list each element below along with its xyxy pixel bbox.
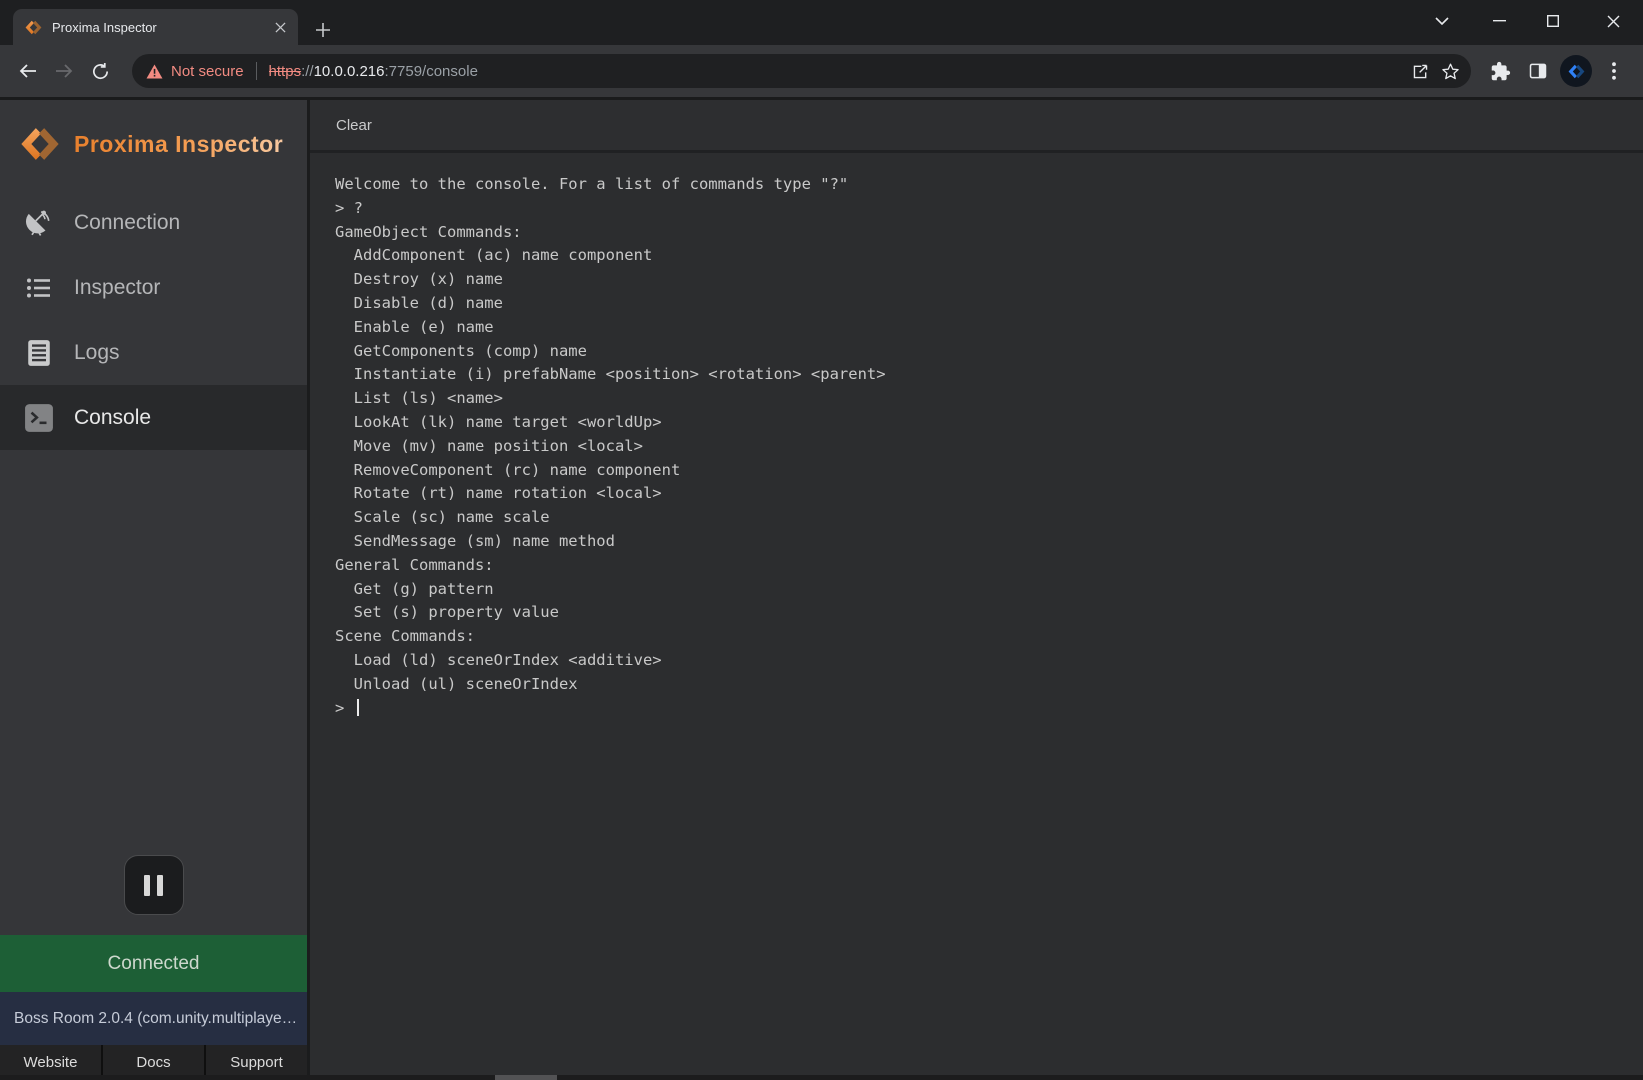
- text-cursor: [357, 699, 359, 716]
- console-line: Destroy (x) name: [335, 268, 1633, 292]
- bookmark-star-icon[interactable]: [1435, 56, 1465, 86]
- project-info: Boss Room 2.0.4 (com.unity.multiplaye…: [0, 992, 307, 1045]
- omnibox-divider: [256, 62, 257, 80]
- url-text: https://10.0.0.216:7759/console: [269, 63, 1405, 80]
- console-line: Welcome to the console. For a list of co…: [335, 173, 1633, 197]
- console-line: > ?: [335, 197, 1633, 221]
- proxima-logo-icon: [20, 124, 60, 164]
- connection-status-badge: Connected: [0, 935, 307, 992]
- sidebar-item-logs[interactable]: Logs: [0, 320, 307, 385]
- sidebar-item-label: Inspector: [74, 276, 160, 300]
- console-line: LookAt (lk) name target <worldUp>: [335, 411, 1633, 435]
- new-tab-button[interactable]: [310, 17, 336, 43]
- console-toolbar: Clear: [310, 100, 1643, 153]
- browser-menu-kebab-icon[interactable]: [1595, 53, 1633, 89]
- extensions-puzzle-icon[interactable]: [1481, 53, 1519, 89]
- console-line: Disable (d) name: [335, 292, 1633, 316]
- console-line: Scene Commands:: [335, 625, 1633, 649]
- sidebar-item-connection[interactable]: Connection: [0, 190, 307, 255]
- url-host: 10.0.0.216: [314, 63, 385, 80]
- list-icon: [24, 276, 54, 300]
- sidebar: Proxima Inspector Connection: [0, 100, 310, 1080]
- security-label: Not secure: [171, 63, 244, 80]
- proxima-extension-icon[interactable]: [1557, 53, 1595, 89]
- console-line: General Commands:: [335, 554, 1633, 578]
- sidebar-item-label: Connection: [74, 211, 180, 235]
- console-line: List (ls) <name>: [335, 387, 1633, 411]
- window-maximize-button[interactable]: [1533, 8, 1573, 34]
- browser-tab[interactable]: Proxima Inspector: [13, 9, 298, 45]
- tab-search-chevron-icon[interactable]: [1422, 8, 1462, 34]
- satellite-dish-icon: [24, 209, 54, 237]
- console-line: RemoveComponent (rc) name component: [335, 459, 1633, 483]
- console-line: GetComponents (comp) name: [335, 340, 1633, 364]
- url-path: :7759/console: [385, 63, 478, 80]
- sidebar-item-inspector[interactable]: Inspector: [0, 255, 307, 320]
- pause-icon: [144, 875, 150, 896]
- console-line: Set (s) property value: [335, 601, 1633, 625]
- url-scheme: https: [269, 63, 302, 80]
- tab-title: Proxima Inspector: [52, 20, 260, 35]
- sidebar-nav: Connection Inspector: [0, 190, 307, 450]
- proxima-extension-circle: [1560, 55, 1592, 87]
- sidebar-spacer: [0, 450, 307, 855]
- browser-toolbar: Not secure https://10.0.0.216:7759/conso…: [0, 45, 1643, 97]
- window-close-button[interactable]: [1593, 8, 1633, 34]
- sidebar-item-label: Console: [74, 406, 151, 430]
- url-separator: ://: [301, 63, 314, 80]
- forward-button[interactable]: [46, 53, 82, 89]
- address-bar[interactable]: Not secure https://10.0.0.216:7759/conso…: [132, 54, 1471, 88]
- console-line: Move (mv) name position <local>: [335, 435, 1633, 459]
- side-panel-icon[interactable]: [1519, 53, 1557, 89]
- console-line: Unload (ul) sceneOrIndex: [335, 673, 1633, 697]
- pause-button[interactable]: [124, 855, 184, 915]
- window-minimize-button[interactable]: [1479, 8, 1519, 34]
- console-panel: Clear Welcome to the console. For a list…: [310, 100, 1643, 1080]
- console-line: Load (ld) sceneOrIndex <additive>: [335, 649, 1633, 673]
- console-line: Instantiate (i) prefabName <position> <r…: [335, 363, 1633, 387]
- console-line: SendMessage (sm) name method: [335, 530, 1633, 554]
- share-icon[interactable]: [1405, 56, 1435, 86]
- brand-row: Proxima Inspector: [0, 100, 307, 164]
- back-button[interactable]: [10, 53, 46, 89]
- console-line: GameObject Commands:: [335, 221, 1633, 245]
- console-line: AddComponent (ac) name component: [335, 244, 1633, 268]
- reload-button[interactable]: [82, 53, 118, 89]
- console-line: Get (g) pattern: [335, 578, 1633, 602]
- pause-icon: [157, 875, 163, 896]
- proxima-favicon-icon: [25, 19, 42, 36]
- sidebar-item-label: Logs: [74, 341, 120, 365]
- proxima-app: Proxima Inspector Connection: [0, 97, 1643, 1080]
- brand-title: Proxima Inspector: [74, 131, 283, 158]
- console-output: Welcome to the console. For a list of co…: [310, 153, 1643, 1080]
- browser-titlebar: Proxima Inspector: [0, 0, 1643, 45]
- pause-button-row: [0, 855, 307, 915]
- console-line: Enable (e) name: [335, 316, 1633, 340]
- security-chip[interactable]: Not secure: [146, 63, 244, 80]
- warning-icon: [146, 64, 163, 79]
- document-lines-icon: [24, 339, 54, 367]
- clear-button[interactable]: Clear: [336, 117, 372, 134]
- console-line: Rotate (rt) name rotation <local>: [335, 482, 1633, 506]
- sidebar-item-console[interactable]: Console: [0, 385, 307, 450]
- horizontal-scrollbar-thumb[interactable]: [495, 1075, 557, 1080]
- terminal-icon: [24, 403, 54, 433]
- console-line: Scale (sc) name scale: [335, 506, 1633, 530]
- horizontal-scrollbar-track[interactable]: [0, 1075, 1643, 1080]
- console-prompt-line[interactable]: >: [335, 697, 1633, 721]
- tab-close-icon[interactable]: [270, 17, 290, 37]
